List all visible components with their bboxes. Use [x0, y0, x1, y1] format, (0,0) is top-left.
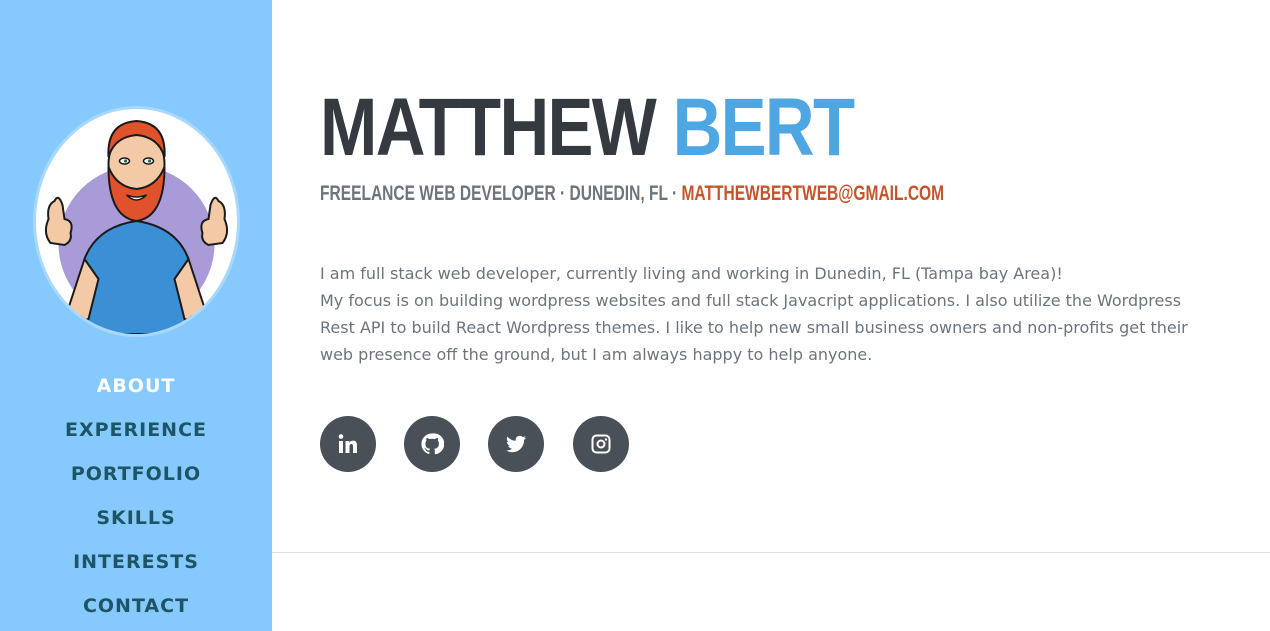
nav-item-experience: EXPERIENCE: [0, 408, 272, 452]
instagram-button[interactable]: [573, 416, 629, 472]
subheading: FREELANCE WEB DEVELOPER · DUNEDIN, FL · …: [320, 180, 944, 208]
nav-link-experience[interactable]: EXPERIENCE: [65, 419, 207, 441]
email-link[interactable]: MATTHEWBERTWEB@GMAIL.COM: [681, 182, 944, 205]
github-icon: [421, 433, 444, 455]
instagram-icon: [591, 434, 611, 454]
linkedin-icon: [338, 434, 357, 453]
bio-line-1: I am full stack web developer, currently…: [320, 264, 1063, 283]
nav-item-interests: INTERESTS: [0, 540, 272, 584]
linkedin-button[interactable]: [320, 416, 376, 472]
nav-link-portfolio[interactable]: PORTFOLIO: [71, 463, 201, 485]
section-divider: [272, 552, 1270, 553]
github-button[interactable]: [404, 416, 460, 472]
nav-item-skills: SKILLS: [0, 496, 272, 540]
role-location: FREELANCE WEB DEVELOPER · DUNEDIN, FL ·: [320, 182, 682, 205]
first-name: MATTHEW: [320, 82, 657, 173]
nav-item-about: ABOUT: [0, 364, 272, 408]
nav-item-contact: CONTACT: [0, 584, 272, 628]
bio-line-2: My focus is on building wordpress websit…: [320, 291, 1188, 364]
nav-link-skills[interactable]: SKILLS: [96, 507, 175, 529]
last-name: BERT: [672, 82, 855, 173]
nav-link-contact[interactable]: CONTACT: [83, 595, 189, 617]
social-icons: [320, 416, 657, 472]
sidebar: ABOUT EXPERIENCE PORTFOLIO SKILLS INTERE…: [0, 0, 272, 631]
nav-link-interests[interactable]: INTERESTS: [73, 551, 199, 573]
twitter-icon: [506, 435, 526, 453]
nav-link-about[interactable]: ABOUT: [97, 375, 176, 397]
bio-text: I am full stack web developer, currently…: [320, 260, 1220, 368]
main-navigation: ABOUT EXPERIENCE PORTFOLIO SKILLS INTERE…: [0, 364, 272, 628]
page-title: MATTHEW BERT: [320, 78, 855, 178]
profile-avatar: [33, 106, 240, 337]
cartoon-avatar-illustration: [44, 119, 229, 334]
nav-item-portfolio: PORTFOLIO: [0, 452, 272, 496]
twitter-button[interactable]: [488, 416, 544, 472]
